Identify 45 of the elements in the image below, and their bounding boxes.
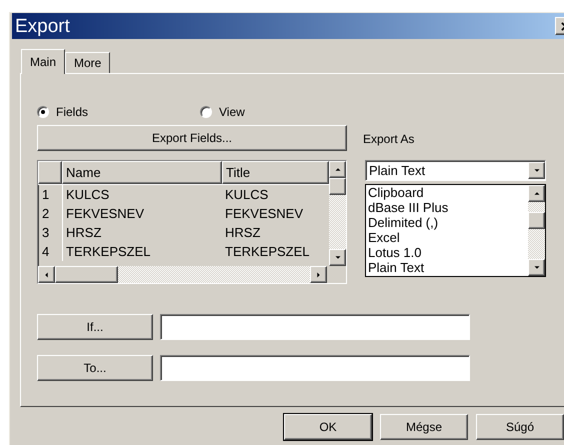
radio-label: Fields [56,104,88,121]
table-cell: HRSZ [62,223,222,242]
list-item[interactable]: Excel [368,230,528,245]
table-cell-text: FEKVESNEV [224,205,304,223]
dialog-button[interactable]: Súgó [476,414,564,440]
export-fields-button[interactable]: Export Fields... [37,125,347,151]
list-item[interactable]: Clipboard [368,185,528,200]
format-list[interactable]: Clipboard dBase III Plus Delimited (,) Excel Lotus 1.0 Plain Text [365,184,546,277]
row-number: 3 [41,224,50,242]
scroll-thumb[interactable] [55,266,118,283]
vertical-scrollbar[interactable] [329,161,346,266]
table-cell-text: KULCS [224,186,270,204]
list-item[interactable]: Plain Text [368,260,528,275]
column-header[interactable]: Name [62,161,222,184]
vertical-scrollbar[interactable] [528,185,545,276]
scroll-thumb[interactable] [329,178,346,195]
horizontal-scrollbar[interactable] [38,266,327,283]
row-number: 2 [41,205,50,223]
list-item[interactable]: Delimited (,) [368,215,528,230]
table-cell: KULCS [62,185,222,204]
condition-button[interactable]: To... [37,355,153,381]
list-item[interactable]: Lotus 1.0 [368,245,528,260]
dialog-button[interactable]: OK [284,414,372,440]
table-cell: TERKEPSZEL [62,242,222,261]
export-as-label: Export As [363,131,414,148]
dropdown-value: Plain Text [369,162,426,180]
radio-button[interactable] [37,106,49,118]
row-number: 4 [41,243,50,261]
scroll-thumb[interactable] [528,212,545,229]
condition-button[interactable]: If... [37,314,153,340]
radio-label: View [219,104,245,121]
list-item[interactable]: dBase III Plus [368,200,528,215]
table-cell-text: TERKEPSZEL [224,243,311,261]
row-number: 1 [41,186,50,204]
table-cell-text: HRSZ [224,224,262,242]
table-cell: FEKVESNEV [62,204,222,223]
dialog-button[interactable]: Mégse [380,414,468,440]
tab[interactable]: Main [21,49,66,74]
column-header[interactable]: Title [222,161,329,184]
radio-button[interactable] [200,106,212,118]
input-field[interactable] [160,355,470,381]
input-field[interactable] [160,314,470,340]
export-format-dropdown[interactable]: Plain Text [365,160,546,181]
tab[interactable]: More [65,52,110,73]
window-title: Export [15,16,70,36]
